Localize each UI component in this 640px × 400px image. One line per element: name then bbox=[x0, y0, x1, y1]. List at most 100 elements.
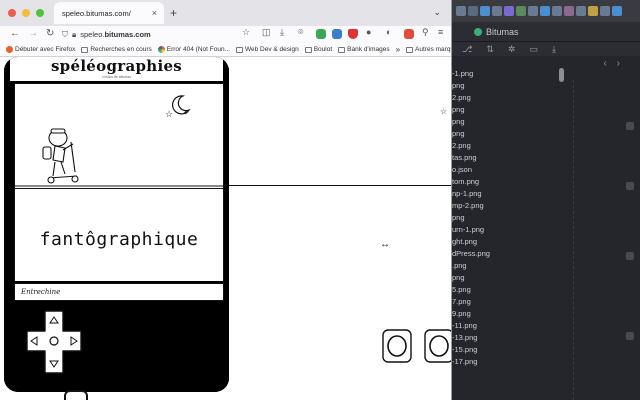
editor-tab-label[interactable]: Bitumas bbox=[486, 27, 519, 37]
file-list-item[interactable]: -17.png bbox=[452, 356, 490, 368]
app-icon[interactable] bbox=[552, 6, 562, 16]
file-list-item[interactable]: png bbox=[452, 80, 490, 92]
repo-icon bbox=[474, 27, 482, 36]
file-list-item[interactable]: dPress.png bbox=[452, 248, 490, 260]
branch-icon[interactable]: ⎇ bbox=[462, 44, 472, 55]
close-window-button[interactable] bbox=[8, 9, 16, 17]
extension-icon[interactable]: ● bbox=[366, 27, 371, 37]
file-list-item[interactable]: ght.png bbox=[452, 236, 490, 248]
tab-list-button[interactable]: ⌄ bbox=[433, 7, 441, 18]
new-tab-button[interactable]: + bbox=[170, 6, 177, 20]
file-list-item[interactable]: tas.png bbox=[452, 152, 490, 164]
app-icon[interactable] bbox=[504, 6, 514, 16]
bookmarks-overflow-button[interactable]: » bbox=[396, 45, 400, 54]
file-list-item[interactable]: png bbox=[452, 128, 490, 140]
sync-icon[interactable]: ⇅ bbox=[486, 44, 494, 55]
shield-icon[interactable]: ⛉ bbox=[62, 30, 68, 40]
file-name: urn-1.png bbox=[452, 225, 485, 234]
vpn-icon[interactable]: ⌾ bbox=[298, 27, 303, 38]
bookmarks-bar: Débuter avec Firefox Recherches en cours E… bbox=[0, 43, 451, 57]
file-list-item[interactable]: np-1.png bbox=[452, 188, 490, 200]
back-button[interactable]: ← bbox=[10, 28, 20, 39]
action-button-a[interactable] bbox=[382, 329, 412, 363]
forward-button[interactable]: → bbox=[28, 28, 38, 39]
pocket-icon[interactable]: ◫ bbox=[262, 27, 271, 38]
file-list-item[interactable]: tom.png bbox=[452, 176, 490, 188]
file-list-item[interactable]: 2.png bbox=[452, 92, 490, 104]
extensions-icon[interactable]: ⚲ bbox=[422, 27, 429, 38]
file-name: 2.png bbox=[452, 93, 471, 102]
bookmark-item[interactable]: Débuter avec Firefox bbox=[6, 46, 75, 53]
file-list-item[interactable]: -1.png bbox=[452, 68, 490, 80]
file-list-item[interactable]: png bbox=[452, 104, 490, 116]
folder-icon bbox=[304, 46, 312, 53]
file-list-item[interactable]: 2.png bbox=[452, 140, 490, 152]
app-icon[interactable] bbox=[576, 6, 586, 16]
file-list-item[interactable]: -15.png bbox=[452, 344, 490, 356]
bookmark-star-icon[interactable]: ☆ bbox=[242, 27, 250, 38]
file-list-item[interactable]: png bbox=[452, 212, 490, 224]
extension-icon[interactable] bbox=[404, 29, 414, 39]
file-list-item[interactable]: o.json bbox=[452, 164, 490, 176]
firefox-icon bbox=[6, 46, 13, 53]
reload-button[interactable]: ↻ bbox=[46, 28, 54, 39]
app-icon[interactable] bbox=[588, 6, 598, 16]
app-icon[interactable] bbox=[528, 6, 538, 16]
file-name: png bbox=[452, 129, 465, 138]
gutter-icon[interactable] bbox=[626, 252, 634, 260]
app-icon[interactable] bbox=[468, 6, 478, 16]
gutter-icon[interactable] bbox=[626, 332, 634, 340]
app-icon[interactable] bbox=[516, 6, 526, 16]
url-bar[interactable]: ⛉ 🔒︎ speleo.bitumas.com bbox=[62, 28, 240, 41]
ublock-icon[interactable] bbox=[348, 29, 358, 39]
file-list-item[interactable]: urn-1.png bbox=[452, 224, 490, 236]
window-controls bbox=[0, 9, 44, 17]
close-tab-icon[interactable]: × bbox=[152, 8, 157, 18]
active-tab[interactable]: speleo.bitumas.com/ × bbox=[54, 2, 164, 24]
zoom-window-button[interactable] bbox=[36, 9, 44, 17]
file-list-item[interactable]: png bbox=[452, 272, 490, 284]
extension-icon[interactable]: ◐ bbox=[386, 27, 391, 37]
file-list-item[interactable]: 7.png bbox=[452, 296, 490, 308]
bookmark-item[interactable]: Boulot bbox=[304, 46, 332, 53]
site-title[interactable]: spéléographies bbox=[10, 57, 223, 75]
editor-tabbar: Bitumas bbox=[452, 22, 640, 42]
app-icon[interactable] bbox=[456, 6, 466, 16]
file-list-scrollbar[interactable] bbox=[559, 68, 564, 82]
dpad-control[interactable] bbox=[24, 307, 84, 377]
file-list-item[interactable]: -13.png bbox=[452, 332, 490, 344]
app-icon[interactable] bbox=[564, 6, 574, 16]
file-name: -11.png bbox=[452, 321, 477, 330]
app-icon[interactable] bbox=[480, 6, 490, 16]
app-icon[interactable] bbox=[600, 6, 610, 16]
bookmark-item[interactable]: Bank d'images bbox=[338, 46, 390, 53]
app-icon[interactable] bbox=[612, 6, 622, 16]
file-list-item[interactable]: .png bbox=[452, 260, 490, 272]
lock-icon[interactable]: 🔒︎ bbox=[72, 30, 76, 40]
download-icon[interactable]: ⤓ bbox=[552, 44, 556, 55]
file-list-item[interactable]: mp-2.png bbox=[452, 200, 490, 212]
file-list-item[interactable]: 5.png bbox=[452, 284, 490, 296]
file-name: -15.png bbox=[452, 345, 478, 354]
extension-icon[interactable] bbox=[316, 29, 326, 39]
editor-gutter bbox=[580, 42, 640, 400]
file-list-item[interactable]: 9.png bbox=[452, 308, 490, 320]
gutter-icon[interactable] bbox=[626, 182, 634, 190]
menu-icon[interactable]: ≡ bbox=[438, 27, 443, 37]
app-icon[interactable] bbox=[540, 6, 550, 16]
file-list-item[interactable]: -11.png bbox=[452, 320, 490, 332]
bookmark-item[interactable]: Autres marque-pages bbox=[406, 46, 451, 53]
bookmark-item[interactable]: Web Dev & design bbox=[236, 46, 299, 53]
app-icon[interactable] bbox=[492, 6, 502, 16]
settings-icon[interactable]: ✲ bbox=[508, 44, 516, 55]
file-list-item[interactable]: png bbox=[452, 116, 490, 128]
folder-icon[interactable]: ▭ bbox=[529, 44, 538, 55]
action-button-b[interactable] bbox=[424, 329, 452, 363]
extension-icon[interactable] bbox=[332, 29, 342, 39]
minimize-window-button[interactable] bbox=[22, 9, 30, 17]
file-name: -1.png bbox=[452, 69, 474, 78]
gutter-icon[interactable] bbox=[626, 122, 634, 130]
download-icon[interactable]: ⤓ bbox=[280, 27, 284, 38]
bookmark-item[interactable]: Error 404 (Not Foun... bbox=[157, 46, 230, 53]
bookmark-item[interactable]: Recherches en cours bbox=[81, 46, 152, 53]
